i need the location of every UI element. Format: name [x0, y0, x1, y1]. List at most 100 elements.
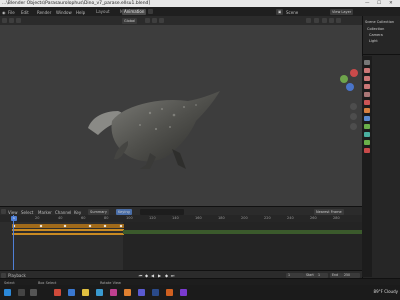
dope-menu-channel[interactable]: Channel — [55, 210, 71, 215]
shading-rendered-icon[interactable] — [336, 18, 341, 23]
outliner-item-camera[interactable]: Camera — [369, 33, 383, 37]
windows-start-icon[interactable] — [4, 289, 11, 296]
end-frame-field[interactable]: 250 — [342, 272, 360, 278]
tick-260: 260 — [310, 215, 317, 220]
scene-selector[interactable]: Scene — [286, 10, 298, 15]
play-reverse-icon[interactable]: ◀ — [150, 273, 155, 278]
snap-icon[interactable] — [152, 18, 157, 23]
3d-viewport[interactable] — [0, 25, 362, 206]
physics-tab-icon[interactable] — [364, 132, 370, 137]
search-icon[interactable] — [18, 289, 25, 296]
app-icon-red[interactable] — [54, 289, 61, 296]
menu-window[interactable]: Window — [56, 10, 72, 15]
app-icon-pink[interactable] — [110, 289, 117, 296]
menu-render[interactable]: Render — [37, 10, 51, 15]
tool-tab-icon[interactable] — [364, 60, 370, 65]
dinosaur-model — [88, 91, 220, 169]
browser-icon[interactable] — [96, 289, 103, 296]
tick-120: 120 — [149, 215, 156, 220]
modifier-tab-icon[interactable] — [364, 116, 370, 121]
shading-solid-icon[interactable] — [322, 18, 327, 23]
world-tab-icon[interactable] — [364, 100, 370, 105]
tab-animation[interactable]: Animation — [122, 8, 147, 15]
app-icon-navy[interactable] — [152, 289, 159, 296]
constraints-tab-icon[interactable] — [364, 140, 370, 145]
view-layer-tab-icon[interactable] — [364, 84, 370, 89]
dope-sheet-editor-icon[interactable] — [1, 209, 6, 214]
properties-tabs — [362, 56, 372, 277]
shading-material-icon[interactable] — [329, 18, 334, 23]
dope-menu-marker[interactable]: Marker — [38, 210, 52, 215]
tick-40: 40 — [58, 215, 63, 220]
keyframe-row-2[interactable] — [12, 233, 124, 235]
menu-file[interactable]: File — [8, 10, 15, 15]
proportional-edit-icon[interactable] — [159, 18, 164, 23]
only-selected-toggle[interactable]: Keying — [116, 208, 132, 215]
app-icon-orange[interactable] — [166, 289, 173, 296]
taskbar: 89°F Cloudy — [0, 285, 400, 300]
timeline-editor-icon[interactable] — [1, 272, 6, 278]
summary-row[interactable] — [12, 224, 124, 228]
app-icon-blue[interactable] — [68, 289, 75, 296]
scene-tab-icon[interactable] — [364, 92, 370, 97]
overlay-icon[interactable] — [306, 18, 311, 23]
material-tab-icon[interactable] — [364, 148, 370, 153]
axis-z-icon[interactable] — [346, 83, 354, 91]
dope-menu-key[interactable]: Key — [74, 210, 81, 215]
outliner-item-collection[interactable]: Collection — [367, 27, 384, 31]
outliner-item-light[interactable]: Light — [369, 39, 378, 43]
start-frame-field[interactable]: 1 — [316, 272, 328, 278]
next-keyframe-icon[interactable]: ◆ — [164, 273, 169, 278]
current-frame-indicator[interactable]: 1 — [11, 215, 17, 221]
object-tab-icon[interactable] — [364, 108, 370, 113]
render-tab-icon[interactable] — [364, 68, 370, 73]
task-view-icon[interactable] — [30, 289, 37, 296]
view-layer-selector[interactable]: View Layer — [330, 8, 354, 15]
prev-keyframe-icon[interactable]: ◆ — [144, 273, 149, 278]
app-icon-purple[interactable] — [138, 289, 145, 296]
dope-menu-view[interactable]: View — [8, 210, 18, 215]
add-workspace-icon[interactable] — [148, 9, 153, 14]
minimize-button[interactable]: — — [365, 1, 370, 6]
frame-ruler[interactable]: 0 20 40 60 80 100 120 140 160 180 200 22… — [0, 215, 362, 222]
menu-help[interactable]: Help — [76, 10, 85, 15]
orientation-dropdown[interactable]: Global — [122, 17, 138, 24]
jump-start-icon[interactable]: ⏮ — [138, 273, 143, 278]
close-button[interactable]: ✕ — [389, 1, 393, 6]
menu-edit[interactable]: Edit — [21, 10, 29, 15]
pivot-icon[interactable] — [145, 18, 150, 23]
snapping-dropdown[interactable]: Nearest Frame — [314, 208, 344, 215]
zoom-icon[interactable] — [350, 103, 357, 110]
view-menu-icon[interactable] — [16, 18, 21, 23]
output-tab-icon[interactable] — [364, 76, 370, 81]
tick-80: 80 — [104, 215, 109, 220]
tick-200: 200 — [241, 215, 248, 220]
axis-x-icon[interactable] — [350, 69, 358, 77]
outliner-title: Scene Collection — [365, 20, 395, 24]
scene-icon[interactable]: ▣ — [276, 8, 284, 15]
blender-logo-icon[interactable]: ◉ — [2, 10, 6, 15]
axis-y-icon[interactable] — [340, 75, 348, 83]
app-icon-violet[interactable] — [180, 289, 187, 296]
play-icon[interactable]: ▶ — [157, 273, 162, 278]
keyframe-row-1[interactable] — [12, 229, 124, 231]
window-title-bar: ...\Blender Objects\Parasaurolophus\Dino… — [0, 0, 400, 7]
search-field[interactable] — [140, 208, 184, 215]
particles-tab-icon[interactable] — [364, 124, 370, 129]
pan-icon[interactable] — [350, 113, 357, 120]
frame-field[interactable]: 1 — [286, 272, 304, 278]
dope-menu-select[interactable]: Select — [21, 210, 33, 215]
editor-type-icon[interactable] — [2, 18, 7, 23]
push-down-button[interactable]: Summary — [88, 208, 109, 215]
playhead[interactable] — [13, 215, 14, 270]
weather-tray[interactable]: 89°F Cloudy — [374, 289, 398, 294]
blender-taskbar-icon[interactable] — [124, 289, 131, 296]
folder-icon[interactable] — [82, 289, 89, 296]
outliner-panel: Scene Collection Collection Camera Light — [362, 16, 400, 54]
camera-view-icon[interactable] — [350, 123, 357, 130]
xray-icon[interactable] — [314, 18, 319, 23]
maximize-button[interactable]: ☐ — [377, 1, 381, 6]
jump-end-icon[interactable]: ⏭ — [170, 273, 175, 278]
mode-icon[interactable] — [9, 18, 14, 23]
tab-layout[interactable]: Layout — [94, 9, 112, 15]
